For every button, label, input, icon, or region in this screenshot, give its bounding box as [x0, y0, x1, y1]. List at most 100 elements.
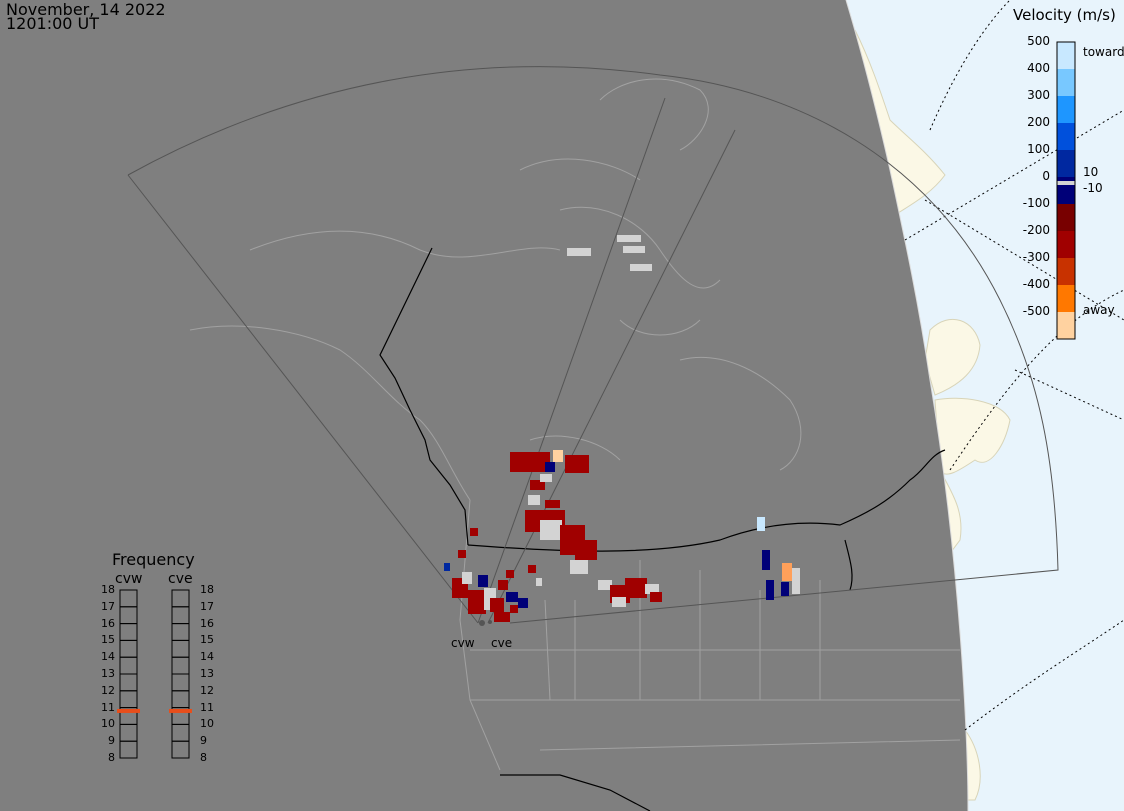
frequency-level-label-cve: 9: [200, 734, 207, 748]
velocity-cell: [757, 517, 765, 531]
frequency-level-label-cvw: 16: [101, 616, 115, 630]
velocity-cell: [478, 575, 488, 587]
velocity-cell: [468, 590, 486, 614]
frequency-level-label-cvw: 13: [101, 667, 115, 680]
frequency-level-label-cve: 10: [200, 717, 214, 731]
velocity-cell: [575, 540, 597, 560]
frequency-indicator-cvw: [117, 708, 140, 713]
colorbar-segment: [1057, 285, 1075, 312]
colorbar-segment: [1057, 42, 1075, 69]
velocity-cell: [510, 452, 550, 472]
velocity-cell: [565, 455, 589, 473]
colorbar-segment: [1057, 312, 1075, 339]
scatter-cell: [617, 235, 641, 242]
velocity-cell: [545, 500, 560, 508]
velocity-cell: [545, 462, 555, 472]
frequency-level-label-cvw: 15: [101, 633, 115, 647]
velocity-cell: [528, 495, 540, 505]
radar-site-cvw: [479, 620, 485, 626]
velocity-cell: [792, 568, 800, 594]
velocity-cell: [506, 592, 518, 602]
velocity-cell: [506, 570, 514, 578]
velocity-cell: [598, 580, 612, 590]
velocity-tick-label: 0: [1042, 169, 1050, 183]
frequency-level-label-cve: 18: [200, 583, 214, 596]
colorbar-segment: [1057, 231, 1075, 258]
velocity-cell: [458, 550, 466, 558]
colorbar-zero-band: [1057, 181, 1075, 185]
frequency-column-cve: cve: [168, 571, 193, 587]
frequency-level-label-cve: 17: [200, 599, 214, 613]
near-zero-positive-label: 10: [1083, 165, 1099, 179]
velocity-tick-label: -200: [1022, 223, 1050, 237]
velocity-legend-title: Velocity (m/s): [1013, 6, 1116, 24]
velocity-cell: [498, 580, 508, 590]
colorbar-segment: [1057, 123, 1075, 150]
scatter-cell: [630, 264, 652, 271]
radar-map: [0, 0, 1124, 811]
velocity-tick-label: 100: [1027, 142, 1050, 156]
colorbar-segment: [1057, 69, 1075, 96]
velocity-tick-label: 200: [1027, 115, 1050, 129]
frequency-level-label-cvw: 14: [101, 650, 115, 664]
frequency-level-label-cvw: 18: [101, 583, 115, 596]
velocity-cell: [510, 605, 518, 613]
frequency-level-label-cve: 11: [200, 700, 214, 714]
velocity-cell: [494, 612, 510, 622]
toward-label: toward: [1083, 45, 1124, 59]
frequency-level-label-cvw: 17: [101, 599, 115, 613]
frequency-level-label-cve: 14: [200, 650, 214, 664]
velocity-cell: [570, 560, 588, 574]
frequency-level-label-cve: 13: [200, 667, 214, 680]
velocity-tick-label: -400: [1022, 277, 1050, 291]
frequency-indicator-cve: [169, 708, 192, 713]
velocity-tick-label: 400: [1027, 61, 1050, 75]
colorbar-segment: [1057, 96, 1075, 123]
frequency-level-label-cve: 12: [200, 683, 214, 697]
velocity-cell: [536, 578, 542, 586]
scatter-cell: [623, 246, 645, 253]
radar-label-cvw: cvw: [451, 636, 475, 650]
velocity-cell: [625, 578, 647, 598]
velocity-cell: [490, 598, 504, 612]
scatter-cell: [567, 248, 591, 256]
frequency-level-label-cve: 16: [200, 616, 214, 630]
frequency-title: Frequency: [112, 550, 195, 569]
velocity-cell: [444, 563, 450, 571]
frequency-column-cvw: cvw: [115, 571, 143, 587]
velocity-cell: [540, 520, 562, 540]
velocity-cell: [781, 582, 789, 596]
velocity-colorbar: [1056, 41, 1076, 340]
velocity-tick-label: -100: [1022, 196, 1050, 210]
velocity-tick-label: 300: [1027, 88, 1050, 102]
velocity-tick-label: 500: [1027, 34, 1050, 48]
velocity-cell: [528, 565, 536, 573]
radar-label-cve: cve: [491, 636, 513, 650]
velocity-cell: [762, 550, 770, 570]
away-label: away: [1083, 303, 1115, 317]
frequency-level-label-cvw: 9: [108, 734, 115, 748]
time-label: 1201:00 UT: [6, 14, 100, 33]
velocity-cell: [766, 580, 774, 600]
frequency-level-label-cve: 8: [200, 751, 207, 764]
velocity-cell: [540, 474, 552, 482]
radar-site-cve: [488, 620, 492, 624]
frequency-level-label-cve: 15: [200, 633, 214, 647]
frequency-level-label-cvw: 11: [101, 700, 115, 714]
velocity-cell: [782, 563, 792, 581]
velocity-cell: [650, 592, 662, 602]
frequency-level-label-cvw: 8: [108, 751, 115, 764]
velocity-tick-label: -500: [1022, 304, 1050, 318]
frequency-level-label-cvw: 12: [101, 683, 115, 697]
colorbar-segment: [1057, 150, 1075, 177]
velocity-tick-label: -300: [1022, 250, 1050, 264]
velocity-cell: [553, 450, 563, 462]
velocity-cell: [462, 572, 472, 584]
near-zero-negative-label: -10: [1083, 181, 1103, 195]
velocity-cell: [612, 597, 626, 607]
velocity-cell: [518, 598, 528, 608]
colorbar-segment: [1057, 204, 1075, 231]
velocity-cell: [470, 528, 478, 536]
frequency-level-label-cvw: 10: [101, 717, 115, 731]
colorbar-segment: [1057, 258, 1075, 285]
